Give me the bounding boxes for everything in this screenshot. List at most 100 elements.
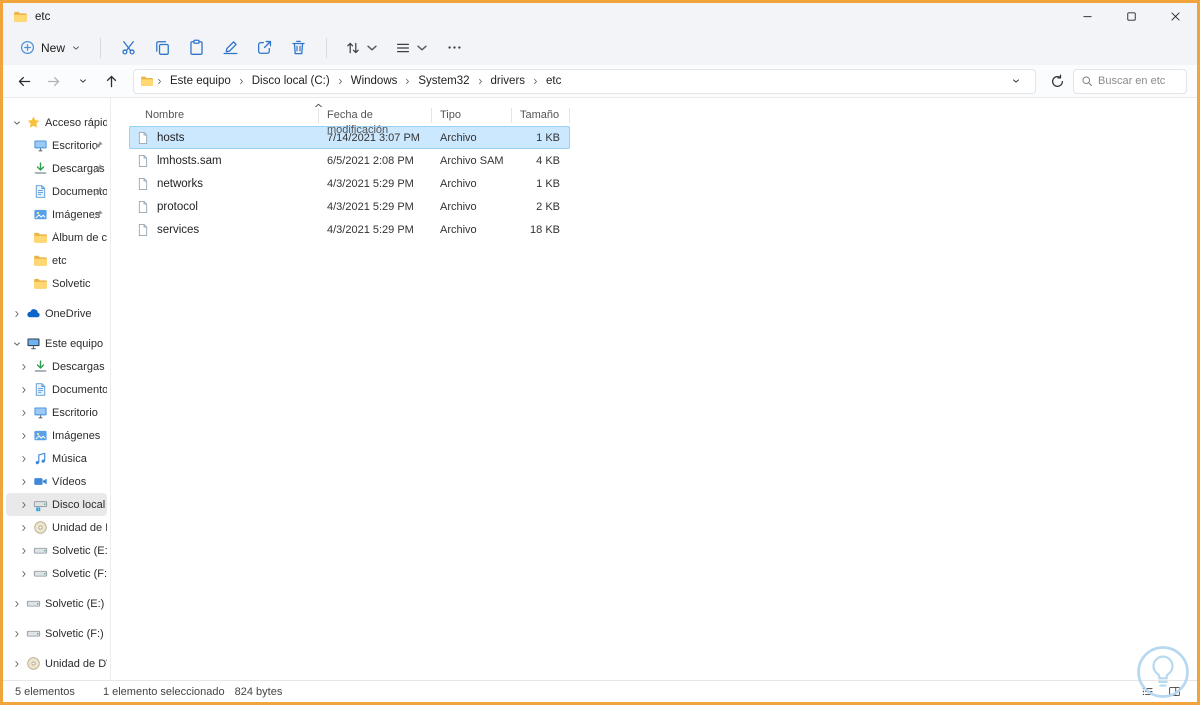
forward-button[interactable] xyxy=(40,68,67,94)
chevron-right-icon xyxy=(403,77,412,86)
sidebar-item-onedrive[interactable]: OneDrive xyxy=(6,302,107,325)
chevron-right-icon[interactable] xyxy=(19,431,29,441)
sidebar-item-quick-access[interactable]: Acceso rápido xyxy=(6,111,107,134)
breadcrumb-item[interactable]: System32 xyxy=(413,73,474,89)
sidebar-item-musica[interactable]: Música xyxy=(6,447,107,470)
share-button[interactable] xyxy=(249,34,280,61)
sidebar-item-solvetic-f[interactable]: Solvetic (F:) xyxy=(6,562,107,585)
chevron-right-icon[interactable] xyxy=(19,362,29,372)
sidebar-item-solvetic-folder[interactable]: Solvetic xyxy=(6,272,107,295)
sidebar-item-escritorio[interactable]: Escritorio xyxy=(6,134,107,157)
large-icons-view-button[interactable] xyxy=(1163,683,1185,701)
sidebar-item-este-equipo[interactable]: Este equipo xyxy=(6,332,107,355)
command-bar: New xyxy=(3,30,1197,65)
chevron-right-icon[interactable] xyxy=(12,659,22,669)
search-icon xyxy=(1081,75,1093,87)
delete-button[interactable] xyxy=(283,34,314,61)
refresh-button[interactable] xyxy=(1044,68,1071,94)
cut-button[interactable] xyxy=(113,34,144,61)
new-button-label: New xyxy=(41,40,66,55)
arrow-left-icon xyxy=(17,74,32,89)
sidebar-item-documentos-pc[interactable]: Documentos xyxy=(6,378,107,401)
sidebar-item-escritorio-pc[interactable]: Escritorio xyxy=(6,401,107,424)
copy-button[interactable] xyxy=(147,34,178,61)
large-icons-view-icon xyxy=(1168,685,1181,698)
new-button[interactable]: New xyxy=(13,36,88,59)
address-bar[interactable]: Este equipo Disco local (C:) Windows Sys… xyxy=(133,68,1036,94)
file-row-protocol[interactable]: protocol 4/3/2021 5:29 PM Archivo 2 KB xyxy=(129,195,570,218)
chevron-right-icon[interactable] xyxy=(19,454,29,464)
column-header-tipo[interactable]: Tipo xyxy=(432,107,512,123)
close-icon xyxy=(1169,10,1182,23)
sidebar-item-solvetic-e[interactable]: Solvetic (E:) xyxy=(6,539,107,562)
maximize-button[interactable] xyxy=(1109,3,1153,30)
file-explorer-window: etc New Este equipo Disco local (C:) Win… xyxy=(0,0,1200,705)
rename-button[interactable] xyxy=(215,34,246,61)
up-button[interactable] xyxy=(98,68,125,94)
file-icon xyxy=(136,177,150,191)
chevron-down-icon[interactable] xyxy=(12,118,22,128)
minimize-button[interactable] xyxy=(1065,3,1109,30)
chevron-right-icon[interactable] xyxy=(19,569,29,579)
column-header-nombre[interactable]: Nombre xyxy=(129,108,319,123)
search-input[interactable] xyxy=(1098,75,1179,87)
sidebar-item-imagenes-pc[interactable]: Imágenes xyxy=(6,424,107,447)
folder-icon xyxy=(13,9,28,24)
folder-icon xyxy=(33,230,48,245)
view-button[interactable] xyxy=(389,36,436,60)
sidebar-item-imagenes[interactable]: Imágenes xyxy=(6,203,107,226)
maximize-icon xyxy=(1125,10,1138,23)
drive-icon xyxy=(33,543,48,558)
chevron-right-icon[interactable] xyxy=(19,523,29,533)
chevron-right-icon[interactable] xyxy=(19,385,29,395)
sidebar-item-etc[interactable]: etc xyxy=(6,249,107,272)
chevron-right-icon[interactable] xyxy=(12,629,22,639)
chevron-right-icon xyxy=(531,77,540,86)
chevron-right-icon[interactable] xyxy=(19,408,29,418)
sidebar-item-videos[interactable]: Vídeos xyxy=(6,470,107,493)
sort-button[interactable] xyxy=(339,36,386,60)
sidebar-item-documento[interactable]: Documento xyxy=(6,180,107,203)
sidebar-item-disco-local-c[interactable]: Disco local (C:) xyxy=(6,493,107,516)
paste-button[interactable] xyxy=(181,34,212,61)
sidebar-item-descargas[interactable]: Descargas xyxy=(6,157,107,180)
chevron-down-icon xyxy=(78,76,88,86)
sidebar-item-descargas-pc[interactable]: Descargas xyxy=(6,355,107,378)
more-options-button[interactable] xyxy=(439,34,470,61)
breadcrumb-item[interactable]: Windows xyxy=(346,73,403,89)
chevron-down-icon[interactable] xyxy=(12,339,22,349)
breadcrumb-item-current[interactable]: etc xyxy=(541,73,566,89)
sidebar-item-solvetic-e-root[interactable]: Solvetic (E:) xyxy=(6,592,107,615)
details-view-icon xyxy=(1141,685,1154,698)
breadcrumb-item[interactable]: Este equipo xyxy=(165,73,236,89)
breadcrumb-item[interactable]: Disco local (C:) xyxy=(247,73,335,89)
file-row-lmhosts[interactable]: lmhosts.sam 6/5/2021 2:08 PM Archivo SAM… xyxy=(129,149,570,172)
back-button[interactable] xyxy=(11,68,38,94)
chevron-right-icon[interactable] xyxy=(12,599,22,609)
sidebar-item-unidad-de-dvd[interactable]: Unidad de DVD xyxy=(6,516,107,539)
chevron-right-icon[interactable] xyxy=(19,477,29,487)
sidebar-item-unidad-de-dvd-root[interactable]: Unidad de DVD ( xyxy=(6,652,107,675)
column-header-tamano[interactable]: Tamaño xyxy=(512,107,570,123)
file-icon xyxy=(136,131,150,145)
chevron-right-icon xyxy=(155,77,164,86)
chevron-right-icon[interactable] xyxy=(19,546,29,556)
sidebar-item-solvetic-f-root[interactable]: Solvetic (F:) xyxy=(6,622,107,645)
rename-icon xyxy=(222,39,239,56)
sidebar-item-album-de-camara[interactable]: Álbum de cám xyxy=(6,226,107,249)
breadcrumb-item[interactable]: drivers xyxy=(486,73,531,89)
titlebar[interactable]: etc xyxy=(3,3,1197,30)
chevron-right-icon[interactable] xyxy=(19,500,29,510)
details-view-button[interactable] xyxy=(1136,683,1158,701)
chevron-right-icon[interactable] xyxy=(12,309,22,319)
minimize-icon xyxy=(1081,10,1094,23)
column-header-fecha[interactable]: Fecha de modificación xyxy=(319,107,432,136)
navigation-bar: Este equipo Disco local (C:) Windows Sys… xyxy=(3,65,1197,98)
chevron-down-icon xyxy=(414,40,430,56)
pictures-icon xyxy=(33,207,48,222)
file-row-networks[interactable]: networks 4/3/2021 5:29 PM Archivo 1 KB xyxy=(129,172,570,195)
file-row-services[interactable]: services 4/3/2021 5:29 PM Archivo 18 KB xyxy=(129,218,570,241)
close-button[interactable] xyxy=(1153,3,1197,30)
recent-locations-button[interactable] xyxy=(69,68,96,94)
address-dropdown-button[interactable] xyxy=(1002,69,1029,94)
